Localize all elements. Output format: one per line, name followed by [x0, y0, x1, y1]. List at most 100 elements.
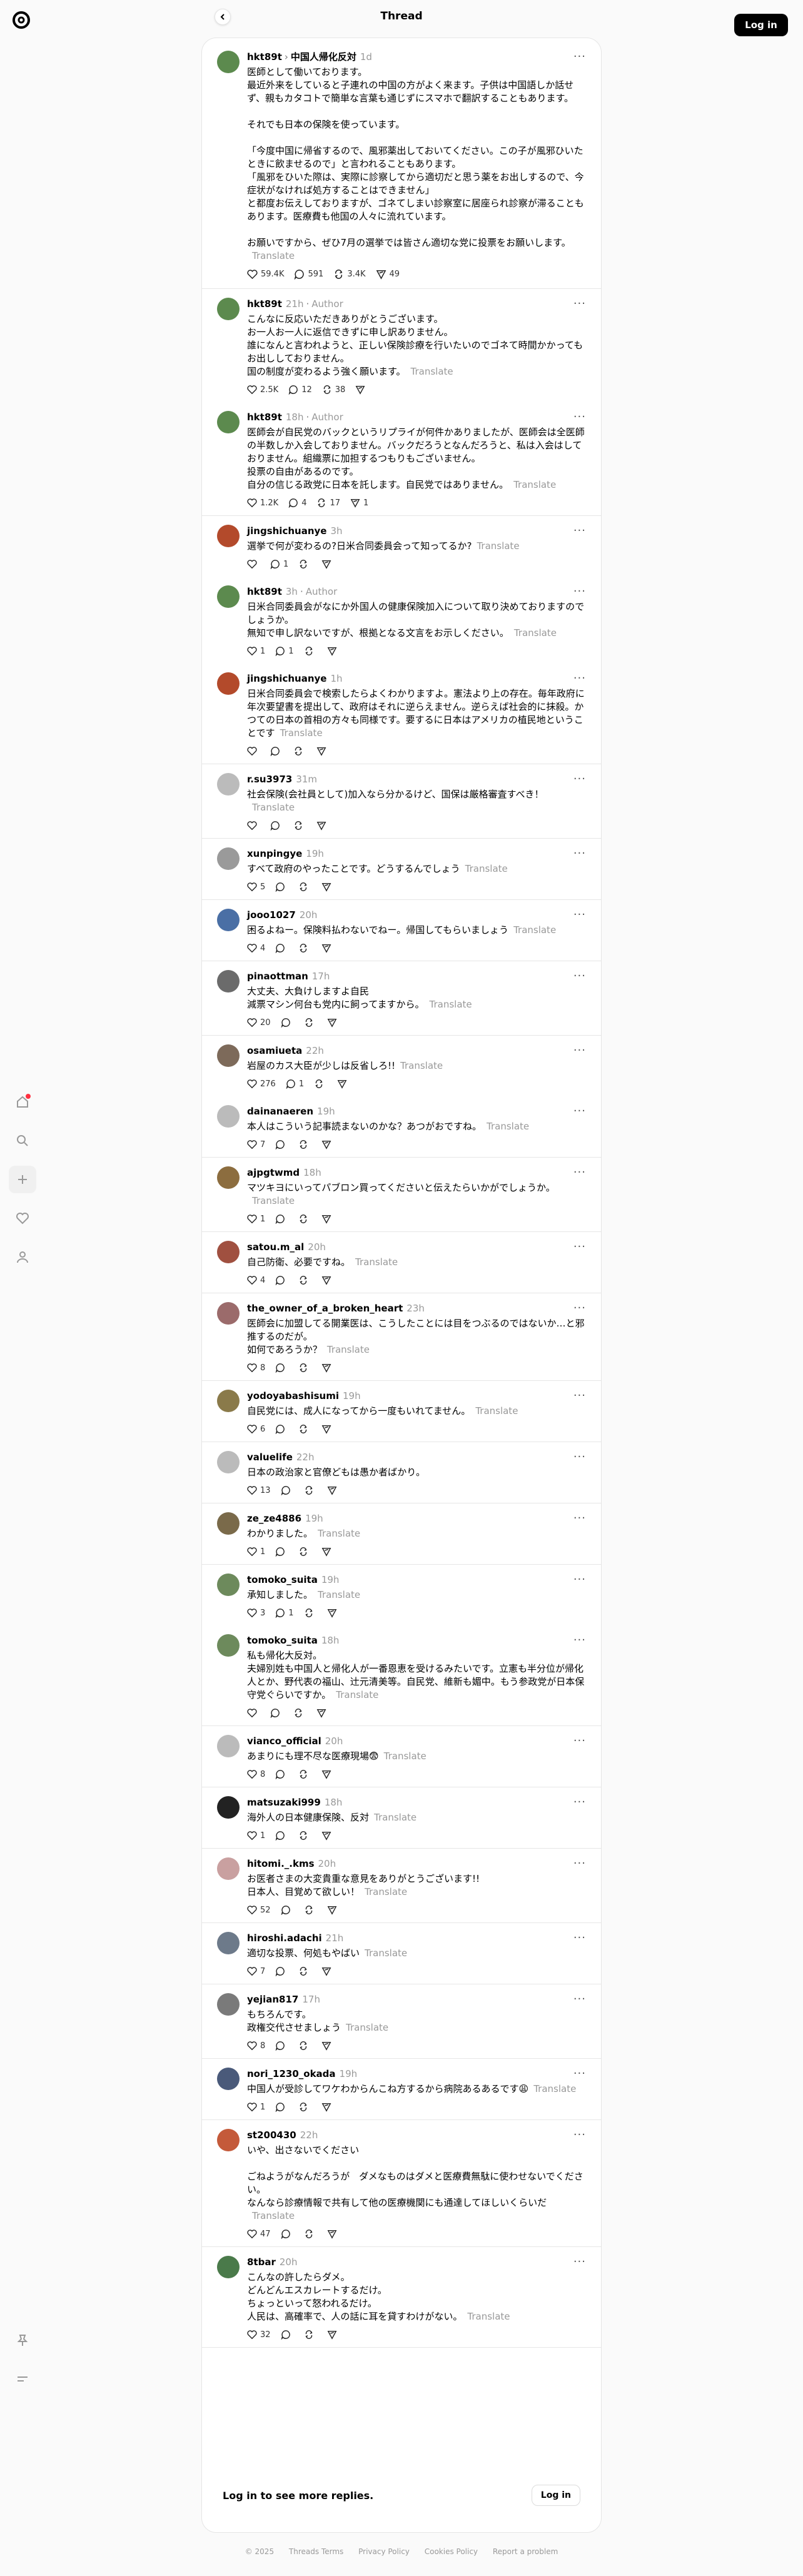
comment-button[interactable] — [275, 1966, 288, 1976]
more-options-icon[interactable]: ··· — [573, 1932, 586, 1944]
more-options-icon[interactable]: ··· — [573, 847, 586, 860]
repost-button[interactable] — [304, 1905, 317, 1915]
like-button[interactable]: 59.4K — [247, 269, 284, 280]
post-author[interactable]: hkt89t — [247, 51, 282, 63]
translate-link[interactable]: Translate — [513, 479, 556, 490]
reply-post[interactable]: hkt89t 3h · Author ··· 日米合同委員会がなにか外国人の健康保… — [202, 577, 601, 664]
comment-button[interactable]: 591 — [294, 269, 323, 280]
footer-link-privacy[interactable]: Privacy Policy — [358, 2547, 410, 2556]
more-options-icon[interactable]: ··· — [573, 1993, 586, 2006]
repost-button[interactable]: 38 — [322, 385, 345, 395]
reply-post[interactable]: vianco_official 20h ··· あまりにも理不尽な医療現場😨 Tr… — [202, 1726, 601, 1787]
reply-post[interactable]: st200430 22h ··· いや、出さないでください ごねようがなんだろう… — [202, 2120, 601, 2247]
avatar[interactable] — [217, 1044, 240, 1067]
share-button[interactable] — [327, 1608, 340, 1618]
translate-link[interactable]: Translate — [513, 924, 556, 936]
more-options-icon[interactable]: ··· — [573, 1796, 586, 1809]
more-options-icon[interactable]: ··· — [573, 2068, 586, 2080]
reply-author[interactable]: r.su3973 — [247, 773, 292, 785]
repost-button[interactable] — [304, 1485, 317, 1495]
share-button[interactable] — [321, 1831, 335, 1841]
like-button[interactable]: 1 — [247, 1831, 265, 1841]
translate-link[interactable]: Translate — [318, 1589, 360, 1600]
share-button[interactable] — [321, 1547, 335, 1557]
reply-author[interactable]: hitomi._.kms — [247, 1857, 315, 1870]
reply-post[interactable]: nori_1230_okada 19h ··· 中国人が受診してワケわからんこね… — [202, 2059, 601, 2120]
comment-button[interactable] — [275, 1214, 288, 1224]
reply-author[interactable]: jingshichuanye — [247, 525, 326, 537]
avatar[interactable] — [217, 2129, 240, 2151]
comment-button[interactable] — [275, 2041, 288, 2051]
reply-post[interactable]: 8tbar 20h ··· こんなの許したらダメ。 どんどんエスカレートするだけ… — [202, 2247, 601, 2348]
repost-button[interactable] — [298, 2041, 311, 2051]
reply-author[interactable]: valuelife — [247, 1451, 293, 1463]
translate-link[interactable]: Translate — [318, 1528, 360, 1539]
more-options-icon[interactable]: ··· — [573, 411, 586, 423]
repost-button[interactable] — [293, 821, 306, 831]
nav-pin[interactable] — [9, 2326, 36, 2354]
repost-button[interactable] — [298, 2102, 311, 2112]
reply-post[interactable]: hitomi._.kms 20h ··· お医者さまの大変貴重な意見をありがとう… — [202, 1849, 601, 1923]
avatar[interactable] — [217, 1390, 240, 1412]
reply-post[interactable]: matsuzaki999 18h ··· 海外人の日本健康保険、反対 Transl… — [202, 1787, 601, 1849]
comment-button[interactable]: 4 — [288, 498, 306, 508]
comment-button[interactable]: 1 — [275, 646, 294, 656]
translate-link[interactable]: Translate — [365, 1886, 407, 1897]
repost-button[interactable] — [298, 1769, 311, 1779]
like-button[interactable]: 47 — [247, 2229, 271, 2239]
reply-post[interactable]: r.su3973 31m ··· 社会保険(会社員として)加入なら分かるけど、国… — [202, 764, 601, 839]
reply-post[interactable]: xunpingye 19h ··· すべて政府のやったことです。どうするんでしょ… — [202, 839, 601, 900]
more-options-icon[interactable]: ··· — [573, 970, 586, 982]
comment-button[interactable] — [281, 1905, 294, 1915]
reply-author[interactable]: hiroshi.adachi — [247, 1932, 322, 1944]
like-button[interactable]: 4 — [247, 943, 265, 953]
translate-link[interactable]: Translate — [346, 2022, 388, 2033]
like-button[interactable] — [247, 746, 260, 756]
comment-button[interactable] — [281, 2229, 294, 2239]
reply-post[interactable]: satou.m_al 20h ··· 自己防衛、必要ですね。 Translate … — [202, 1232, 601, 1293]
avatar[interactable] — [217, 970, 240, 993]
reply-author[interactable]: the_owner_of_a_broken_heart — [247, 1302, 403, 1315]
like-button[interactable]: 20 — [247, 1018, 271, 1028]
main-post[interactable]: hkt89t › 中国人帰化反対 1d ··· 医師として働いております。 最近… — [202, 38, 601, 289]
like-button[interactable]: 13 — [247, 1485, 271, 1495]
more-options-icon[interactable]: ··· — [573, 773, 586, 785]
avatar[interactable] — [217, 1302, 240, 1325]
repost-button[interactable] — [304, 646, 317, 656]
more-options-icon[interactable]: ··· — [573, 909, 586, 921]
repost-button[interactable] — [298, 882, 311, 892]
share-button[interactable] — [321, 1966, 335, 1976]
reply-author[interactable]: satou.m_al — [247, 1241, 304, 1253]
reply-author[interactable]: tomoko_suita — [247, 1634, 318, 1647]
comment-button[interactable] — [275, 2102, 288, 2112]
avatar[interactable] — [217, 773, 240, 796]
translate-link[interactable]: Translate — [477, 540, 519, 552]
more-options-icon[interactable]: ··· — [573, 1044, 586, 1057]
login-prompt-button[interactable]: Log in — [531, 2485, 580, 2506]
repost-button[interactable] — [298, 1547, 311, 1557]
comment-button[interactable]: 1 — [275, 1608, 294, 1618]
translate-link[interactable]: Translate — [280, 727, 323, 739]
more-options-icon[interactable]: ··· — [573, 525, 586, 537]
translate-link[interactable]: Translate — [533, 2083, 576, 2094]
avatar[interactable] — [217, 1796, 240, 1819]
avatar[interactable] — [217, 847, 240, 870]
footer-link-terms[interactable]: Threads Terms — [289, 2547, 343, 2556]
reply-post[interactable]: jingshichuanye 1h ··· 日米合同委員会で検索したらよくわかり… — [202, 664, 601, 764]
more-options-icon[interactable]: ··· — [573, 2129, 586, 2141]
avatar[interactable] — [217, 2068, 240, 2090]
avatar[interactable] — [217, 585, 240, 608]
translate-link[interactable]: Translate — [252, 250, 295, 261]
repost-button[interactable] — [298, 1214, 311, 1224]
repost-button[interactable] — [298, 1139, 311, 1149]
reply-post[interactable]: hkt89t 21h · Author ··· こんなに反応いただきありがとうござ… — [202, 289, 601, 402]
reply-post[interactable]: ze_ze4886 19h ··· わかりました。 Translate 1 — [202, 1503, 601, 1565]
like-button[interactable] — [247, 821, 260, 831]
translate-link[interactable]: Translate — [355, 1256, 398, 1268]
reply-author[interactable]: 8tbar — [247, 2256, 276, 2268]
reply-author[interactable]: yodoyabashisumi — [247, 1390, 339, 1402]
more-options-icon[interactable]: ··· — [573, 585, 586, 598]
like-button[interactable]: 3 — [247, 1608, 265, 1618]
share-button[interactable]: 1 — [350, 498, 368, 508]
like-button[interactable]: 5 — [247, 882, 265, 892]
